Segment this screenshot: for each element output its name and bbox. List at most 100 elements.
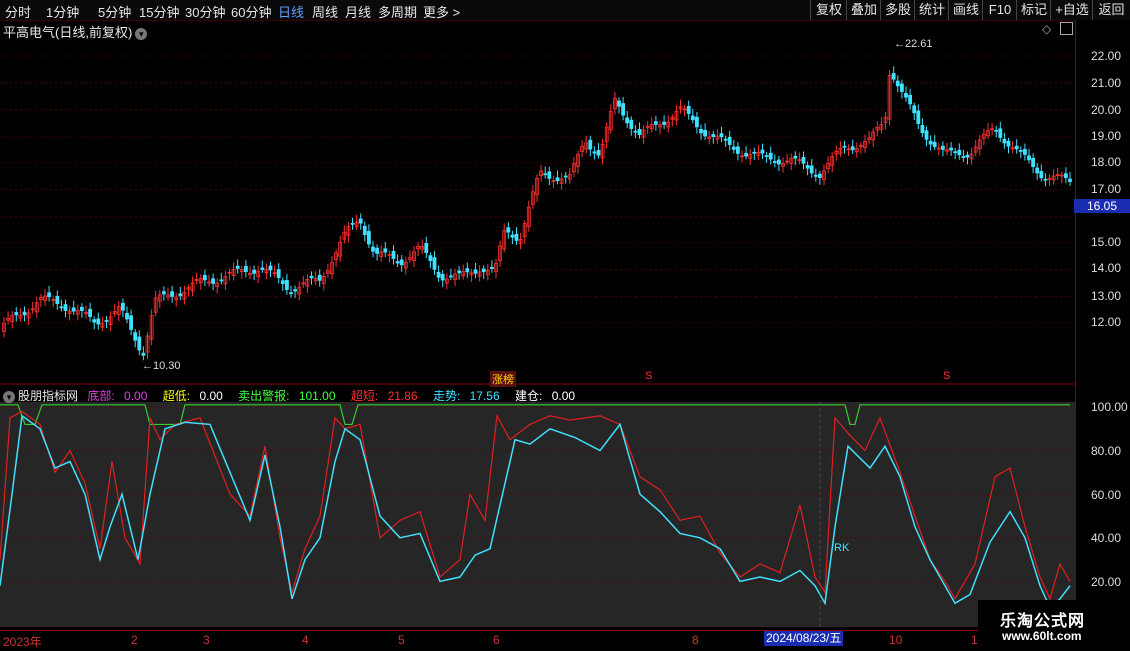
candle-body xyxy=(424,242,429,254)
chart-canvas[interactable] xyxy=(0,0,1130,650)
candle-body xyxy=(731,146,736,150)
candle-body xyxy=(465,268,470,273)
candle-body xyxy=(1027,155,1031,161)
candle-body xyxy=(141,352,146,356)
candle-body xyxy=(202,274,207,281)
candle-body xyxy=(92,319,97,323)
candle-body xyxy=(736,146,740,154)
s-marker[interactable]: S xyxy=(943,370,950,382)
indicator-item-jiancang: 建仓: 0.00 xyxy=(515,389,576,403)
candle-body xyxy=(436,271,441,278)
candle-body xyxy=(793,155,798,159)
candle-body xyxy=(219,279,224,282)
candle-body xyxy=(805,165,810,169)
indicator-item-maichu: 卖出警报: 101.00 xyxy=(238,389,336,403)
date-tick: 5 xyxy=(398,633,405,647)
high-price-label: ←22.61 xyxy=(894,38,933,50)
low-price-label: ←10.30 xyxy=(142,360,181,372)
candle-body xyxy=(961,156,966,158)
candle-body xyxy=(22,311,27,316)
candle-body xyxy=(481,268,486,273)
date-tick: 6 xyxy=(493,633,500,647)
candle-body xyxy=(768,152,773,160)
candle-body xyxy=(71,307,76,312)
candle-body xyxy=(133,332,138,341)
candle-body xyxy=(686,105,691,114)
price-tick: 22.00 xyxy=(1091,49,1122,63)
price-tick: 19.00 xyxy=(1091,129,1122,143)
candle-body xyxy=(850,146,855,151)
candle-body xyxy=(1035,167,1040,174)
candle-body xyxy=(489,266,494,269)
candle-body xyxy=(965,154,970,158)
candle-body xyxy=(284,280,289,290)
candle-body xyxy=(711,134,716,137)
s-marker[interactable]: S xyxy=(645,370,652,382)
price-tick: 18.00 xyxy=(1091,155,1122,169)
candle-body xyxy=(1031,158,1035,167)
candle-body xyxy=(994,129,999,132)
candle-body xyxy=(309,275,314,279)
candle-body xyxy=(809,165,814,174)
candle-body xyxy=(88,308,92,317)
candle-body xyxy=(727,136,732,145)
candle-body xyxy=(391,250,396,259)
candle-body xyxy=(293,289,298,292)
date-tick: 3 xyxy=(203,633,210,647)
candle-body xyxy=(928,140,933,145)
indicator-title: ▾ 股朋指标网 底部: 0.00 超低: 0.00 卖出警报: 101.00 超短… xyxy=(3,387,587,404)
indicator-tick: 80.00 xyxy=(1091,444,1122,458)
candle-body xyxy=(1039,171,1044,179)
candle-body xyxy=(428,255,433,262)
date-tick: 1 xyxy=(971,633,978,647)
candle-body xyxy=(47,292,51,298)
candle-body xyxy=(625,117,630,124)
indicator-tick: 40.00 xyxy=(1091,531,1122,545)
price-tick: 21.00 xyxy=(1091,76,1122,90)
candle-body xyxy=(772,161,777,163)
candle-body xyxy=(104,320,109,322)
candle-body xyxy=(637,129,642,136)
candle-body xyxy=(1002,138,1007,144)
candle-body xyxy=(362,225,367,235)
watermark-logo-text: 乐淘公式网 xyxy=(1000,613,1086,630)
candle-body xyxy=(949,147,953,151)
price-tick: 15.00 xyxy=(1091,235,1122,249)
candle-body xyxy=(383,248,388,253)
candle-body xyxy=(211,278,216,284)
candle-body xyxy=(744,153,748,157)
candle-body xyxy=(920,124,925,134)
candle-body xyxy=(543,173,548,176)
candle-body xyxy=(63,304,68,311)
candle-body xyxy=(953,151,958,154)
candle-body xyxy=(916,110,921,124)
candle-body xyxy=(457,270,462,274)
candle-body xyxy=(813,174,818,177)
candle-body xyxy=(617,100,621,107)
candle-body xyxy=(125,313,129,320)
candle-body xyxy=(1018,150,1023,152)
price-tick: 13.00 xyxy=(1091,289,1122,303)
zhangbang-marker[interactable]: 涨榜 xyxy=(490,371,516,387)
candle-body xyxy=(514,233,519,241)
candle-body xyxy=(912,105,917,114)
candle-body xyxy=(280,280,285,285)
candle-body xyxy=(998,128,1003,138)
candle-body xyxy=(1043,178,1048,181)
candle-body xyxy=(243,265,248,273)
candle-body xyxy=(654,121,658,125)
selected-date: 2024/08/23/五 xyxy=(764,631,844,646)
candle-body xyxy=(588,139,593,150)
indicator-name: 股朋指标网 xyxy=(18,389,79,403)
candle-body xyxy=(690,115,695,121)
candle-body xyxy=(547,171,552,179)
candle-body xyxy=(399,259,404,266)
candle-body xyxy=(395,261,400,264)
candle-body xyxy=(1064,173,1068,179)
candle-body xyxy=(629,119,634,129)
date-tick: 2 xyxy=(131,633,138,647)
indicator-item-chaoduan: 超短: 21.86 xyxy=(350,389,418,403)
chevron-down-icon[interactable]: ▾ xyxy=(3,390,15,403)
watermark-url: www.60lt.com xyxy=(1002,629,1082,643)
rk-label: RK xyxy=(834,542,850,554)
